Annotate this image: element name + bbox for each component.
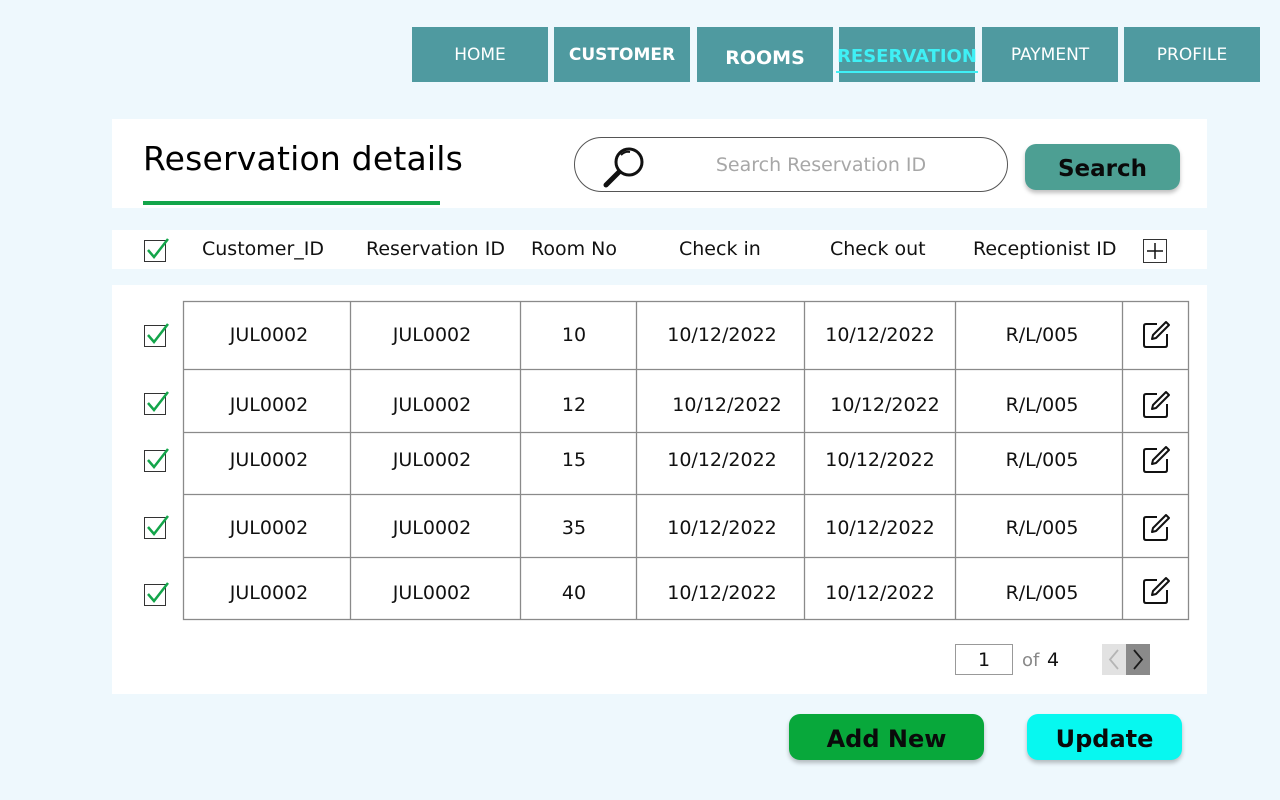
cell-reservation-id: JUL0002 bbox=[392, 449, 472, 471]
cell-room-no: 35 bbox=[561, 517, 587, 539]
row-checkbox[interactable] bbox=[144, 515, 169, 539]
cell-check-in: 10/12/2022 bbox=[667, 324, 777, 346]
cell-check-out: 10/12/2022 bbox=[825, 449, 935, 471]
cell-receptionist-id: R/L/005 bbox=[1005, 324, 1079, 346]
cell-reservation-id: JUL0002 bbox=[392, 517, 472, 539]
cell-check-out: 10/12/2022 bbox=[830, 394, 940, 416]
cell-customer-id: JUL0002 bbox=[229, 517, 309, 539]
cell-check-out: 10/12/2022 bbox=[825, 324, 935, 346]
row-checkbox[interactable] bbox=[144, 582, 169, 606]
cell-check-in: 10/12/2022 bbox=[672, 394, 782, 416]
page-number-input[interactable]: 1 bbox=[955, 644, 1013, 675]
edit-icon[interactable] bbox=[1141, 320, 1171, 354]
cell-customer-id: JUL0002 bbox=[229, 582, 309, 604]
next-page-button[interactable] bbox=[1126, 644, 1150, 675]
cell-room-no: 40 bbox=[561, 582, 587, 604]
table-grid bbox=[182, 300, 1190, 621]
row-checkbox[interactable] bbox=[144, 323, 169, 347]
cell-reservation-id: JUL0002 bbox=[392, 582, 472, 604]
cell-check-in: 10/12/2022 bbox=[667, 582, 777, 604]
cell-receptionist-id: R/L/005 bbox=[1005, 394, 1079, 416]
prev-page-button[interactable] bbox=[1102, 644, 1126, 675]
cell-check-in: 10/12/2022 bbox=[667, 517, 777, 539]
cell-customer-id: JUL0002 bbox=[229, 324, 309, 346]
cell-check-out: 10/12/2022 bbox=[825, 582, 935, 604]
cell-check-in: 10/12/2022 bbox=[667, 449, 777, 471]
edit-icon[interactable] bbox=[1141, 513, 1171, 547]
pager-of-label: of bbox=[1022, 650, 1040, 671]
cell-receptionist-id: R/L/005 bbox=[1005, 517, 1079, 539]
cell-customer-id: JUL0002 bbox=[229, 394, 309, 416]
cell-reservation-id: JUL0002 bbox=[392, 394, 472, 416]
edit-icon[interactable] bbox=[1141, 445, 1171, 479]
cell-reservation-id: JUL0002 bbox=[392, 324, 472, 346]
cell-room-no: 15 bbox=[561, 449, 587, 471]
cell-room-no: 10 bbox=[561, 324, 587, 346]
cell-room-no: 12 bbox=[561, 394, 587, 416]
chevron-left-icon bbox=[1108, 649, 1119, 670]
cell-customer-id: JUL0002 bbox=[229, 449, 309, 471]
cell-check-out: 10/12/2022 bbox=[825, 517, 935, 539]
chevron-right-icon bbox=[1133, 649, 1144, 670]
add-new-button[interactable]: Add New bbox=[789, 714, 984, 760]
pager-total: 4 bbox=[1047, 649, 1060, 671]
edit-icon[interactable] bbox=[1141, 390, 1171, 424]
row-checkbox[interactable] bbox=[144, 448, 169, 472]
cell-receptionist-id: R/L/005 bbox=[1005, 449, 1079, 471]
edit-icon[interactable] bbox=[1141, 576, 1171, 610]
row-checkbox[interactable] bbox=[144, 391, 169, 415]
update-button[interactable]: Update bbox=[1027, 714, 1182, 760]
cell-receptionist-id: R/L/005 bbox=[1005, 582, 1079, 604]
